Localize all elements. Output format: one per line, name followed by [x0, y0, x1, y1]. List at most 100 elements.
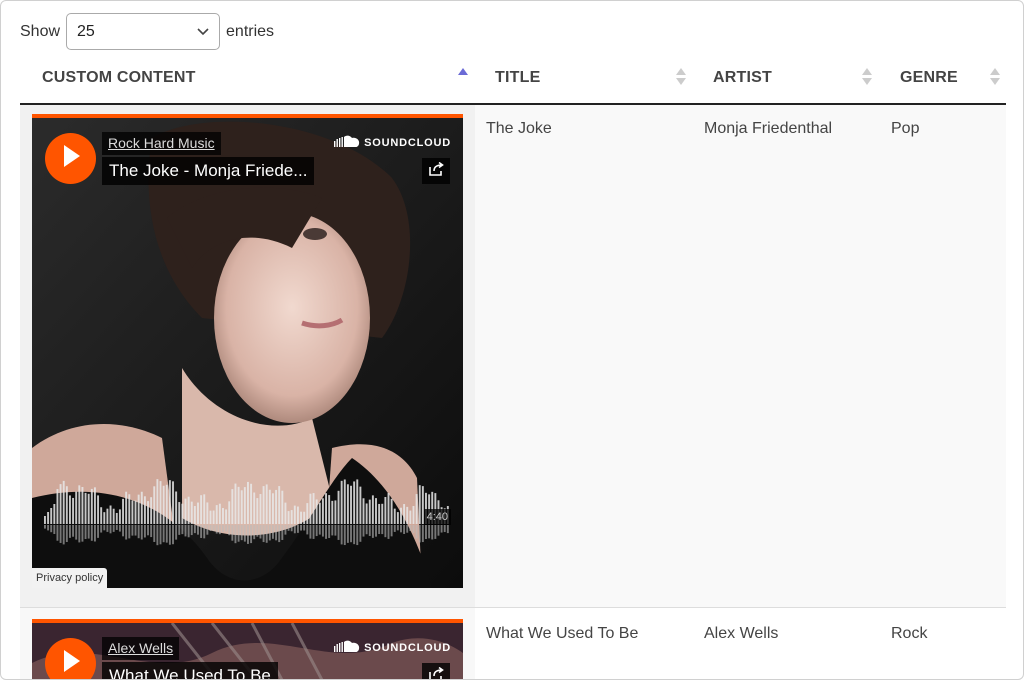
waveform-reflection-bar	[437, 525, 440, 536]
entries-select[interactable]: 25	[66, 13, 221, 50]
waveform-bar	[106, 508, 109, 524]
waveform-reflection-bar	[321, 525, 324, 537]
waveform-bar	[181, 503, 184, 524]
column-header-genre[interactable]: GENRE	[900, 53, 958, 103]
waveform-reflection-bar	[103, 525, 106, 531]
waveform-bar	[168, 480, 171, 524]
share-button[interactable]	[422, 663, 450, 679]
track-title-link[interactable]: What We Used To Be	[102, 662, 278, 679]
waveform[interactable]	[44, 464, 450, 554]
waveform-reflection-bar	[234, 525, 237, 544]
waveform-bar	[81, 487, 84, 524]
waveform-bar	[353, 481, 356, 524]
soundcloud-player[interactable]: Rock Hard Music The Joke - Monja Friede.…	[32, 114, 463, 588]
table-header: CUSTOM CONTENT TITLE ARTIST GENRE	[20, 53, 1006, 105]
waveform-reflection-bar	[147, 525, 149, 536]
waveform-bar	[203, 494, 206, 524]
sort-both-icon[interactable]	[676, 67, 686, 87]
waveform-bar	[278, 486, 281, 524]
waveform-reflection-bar	[387, 525, 390, 539]
waveform-bar	[250, 483, 253, 524]
waveform-bar	[190, 501, 193, 524]
uploader-link[interactable]: Rock Hard Music	[102, 132, 221, 155]
waveform-bar	[365, 503, 368, 524]
waveform-bar	[296, 506, 299, 524]
waveform-bar	[253, 492, 256, 524]
waveform-bar	[47, 512, 50, 524]
privacy-policy-link[interactable]: Privacy policy	[32, 568, 108, 588]
waveform-reflection-bar	[306, 525, 309, 535]
track-duration: 4:40	[423, 509, 451, 525]
waveform-bar	[197, 502, 199, 524]
waveform-bar	[87, 493, 90, 524]
waveform-reflection-bar	[65, 525, 68, 542]
waveform-reflection-bar	[409, 525, 412, 532]
column-header-artist[interactable]: ARTIST	[713, 53, 772, 103]
waveform-bar	[384, 496, 387, 524]
waveform-reflection-bar	[384, 525, 387, 538]
waveform-reflection-bar	[81, 525, 84, 542]
waveform-bar	[265, 484, 268, 524]
play-button[interactable]	[45, 638, 96, 679]
waveform-reflection-bar	[93, 525, 96, 542]
waveform-bar	[165, 484, 168, 524]
waveform-reflection-bar	[212, 525, 215, 532]
column-header-custom-content[interactable]: CUSTOM CONTENT	[42, 53, 196, 103]
soundcloud-logo[interactable]: SOUNDCLOUD	[334, 135, 451, 150]
waveform-reflection-bar	[44, 525, 46, 529]
waveform-reflection-bar	[87, 525, 90, 539]
track-title-link[interactable]: The Joke - Monja Friede...	[102, 157, 315, 185]
waveform-bar	[318, 502, 321, 524]
column-header-title[interactable]: TITLE	[495, 53, 540, 103]
waveform-bar	[356, 479, 359, 524]
soundcloud-wordmark: SOUNDCLOUD	[364, 641, 451, 654]
waveform-reflection-bar	[156, 525, 159, 546]
sort-both-icon[interactable]	[862, 67, 872, 87]
waveform-reflection-bar	[84, 525, 87, 539]
waveform-reflection-bar	[228, 525, 231, 536]
waveform-reflection-bar	[278, 525, 281, 543]
length-menu: Show 25 entries	[20, 13, 274, 50]
waveform-bar	[293, 505, 296, 524]
sort-ascending-icon[interactable]	[458, 67, 468, 87]
soundcloud-logo[interactable]: SOUNDCLOUD	[334, 640, 451, 655]
waveform-bar	[334, 500, 337, 524]
waveform-bar	[143, 496, 146, 524]
play-icon	[61, 649, 81, 678]
waveform-reflection-bar	[112, 525, 115, 532]
waveform-reflection-bar	[434, 525, 437, 539]
waveform-bar	[247, 481, 249, 524]
waveform-reflection-bar	[190, 525, 193, 536]
waveform-bar	[115, 512, 118, 524]
waveform-reflection-bar	[184, 525, 187, 537]
cell-artist: Alex Wells	[704, 625, 779, 642]
waveform-reflection-bar	[72, 525, 75, 537]
waveform-reflection-bar	[271, 525, 274, 539]
waveform-reflection-bar	[143, 525, 146, 538]
waveform-bar	[281, 490, 284, 524]
waveform-reflection-bar	[240, 525, 243, 541]
soundcloud-player[interactable]: Alex Wells What We Used To Be SOUNDCLOUD	[32, 619, 463, 679]
waveform-reflection-bar	[303, 525, 306, 531]
waveform-bar	[187, 496, 190, 524]
waveform-bar	[209, 510, 212, 524]
column-label: TITLE	[495, 69, 541, 86]
waveform-reflection-bar	[287, 525, 290, 531]
share-button[interactable]	[422, 158, 450, 184]
waveform-reflection-bar	[115, 525, 118, 530]
uploader-link[interactable]: Alex Wells	[102, 637, 180, 660]
sort-both-icon[interactable]	[990, 67, 1000, 87]
play-button[interactable]	[45, 133, 96, 184]
waveform-bar	[303, 511, 306, 524]
waveform-reflection-bar	[159, 525, 162, 545]
waveform-bar	[175, 491, 178, 524]
waveform-bar	[234, 483, 237, 524]
waveform-bar	[403, 504, 406, 524]
waveform-reflection-bar	[340, 525, 343, 545]
waveform-bar	[328, 495, 331, 524]
waveform-reflection-bar	[365, 525, 368, 535]
waveform-bar	[100, 507, 103, 524]
waveform-bar	[109, 505, 112, 524]
waveform-reflection-bar	[197, 525, 199, 535]
waveform-bar	[97, 495, 100, 524]
